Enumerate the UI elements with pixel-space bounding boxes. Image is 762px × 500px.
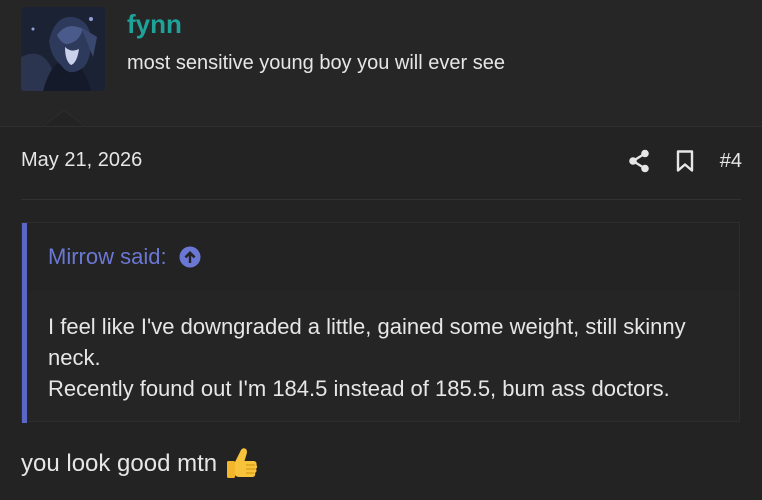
quote-line: Recently found out I'm 184.5 instead of … xyxy=(48,376,670,401)
quote-accent-bar xyxy=(22,223,27,423)
post-date[interactable]: May 21, 2026 xyxy=(21,149,142,172)
quote-author-label[interactable]: Mirrow said: xyxy=(48,244,167,270)
quote-line: neck. xyxy=(48,345,101,370)
divider xyxy=(0,126,762,127)
user-title: most sensitive young boy you will ever s… xyxy=(127,52,505,74)
quote-author[interactable]: Mirrow said: xyxy=(48,244,201,270)
avatar[interactable] xyxy=(21,7,105,91)
post-number[interactable]: #4 xyxy=(720,150,742,173)
quote-body: I feel like I've downgraded a little, ga… xyxy=(48,311,728,404)
bookmark-icon[interactable] xyxy=(672,148,698,174)
user-block: fynn most sensitive young boy you will e… xyxy=(0,0,762,126)
quote-block: Mirrow said: I feel like I've downgraded… xyxy=(21,222,740,423)
reply-body: you look good mtn xyxy=(21,446,259,482)
share-icon[interactable] xyxy=(626,148,652,174)
arrow-up-circle-icon[interactable] xyxy=(179,246,201,268)
post-actions: #4 xyxy=(626,147,742,175)
message-arrow-inner xyxy=(43,111,85,127)
username[interactable]: fynn xyxy=(127,9,182,40)
thumbs-up-emoji xyxy=(225,446,259,482)
quote-line: I feel like I've downgraded a little, ga… xyxy=(48,314,686,339)
quote-header: Mirrow said: xyxy=(22,223,739,291)
reply-text: you look good mtn xyxy=(21,450,218,477)
divider xyxy=(21,199,741,200)
